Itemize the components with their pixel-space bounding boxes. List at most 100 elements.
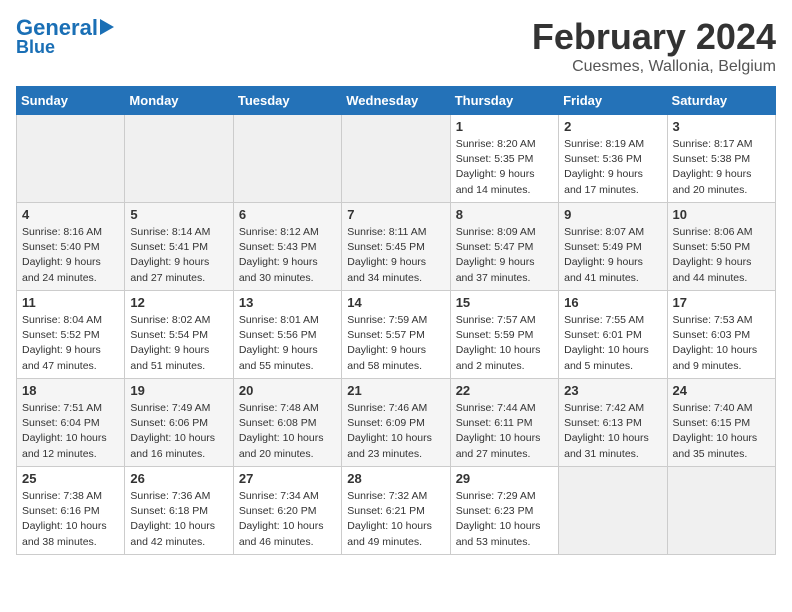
day-number: 25: [22, 471, 119, 486]
cell-content: Sunrise: 8:16 AM Sunset: 5:40 PM Dayligh…: [22, 225, 119, 286]
cell-week4-day1: 19 Sunrise: 7:49 AM Sunset: 6:06 PM Dayli…: [125, 379, 233, 467]
calendar-title: February 2024: [532, 16, 776, 58]
cell-week5-day1: 26 Sunrise: 7:36 AM Sunset: 6:18 PM Dayli…: [125, 467, 233, 555]
week-row-4: 18 Sunrise: 7:51 AM Sunset: 6:04 PM Dayli…: [17, 379, 776, 467]
day-number: 28: [347, 471, 444, 486]
cell-content: Sunrise: 8:01 AM Sunset: 5:56 PM Dayligh…: [239, 313, 336, 374]
day-number: 3: [673, 119, 770, 134]
cell-content: Sunrise: 7:51 AM Sunset: 6:04 PM Dayligh…: [22, 401, 119, 462]
cell-content: Sunrise: 7:42 AM Sunset: 6:13 PM Dayligh…: [564, 401, 661, 462]
calendar-subtitle: Cuesmes, Wallonia, Belgium: [532, 58, 776, 76]
day-number: 24: [673, 383, 770, 398]
logo-arrow-icon: [100, 19, 114, 35]
day-number: 10: [673, 207, 770, 222]
cell-content: Sunrise: 7:53 AM Sunset: 6:03 PM Dayligh…: [673, 313, 770, 374]
day-number: 26: [130, 471, 227, 486]
cell-week3-day5: 16 Sunrise: 7:55 AM Sunset: 6:01 PM Dayli…: [559, 291, 667, 379]
header-thursday: Thursday: [450, 87, 558, 115]
day-number: 14: [347, 295, 444, 310]
cell-content: Sunrise: 8:17 AM Sunset: 5:38 PM Dayligh…: [673, 137, 770, 198]
cell-content: Sunrise: 7:55 AM Sunset: 6:01 PM Dayligh…: [564, 313, 661, 374]
cell-content: Sunrise: 7:48 AM Sunset: 6:08 PM Dayligh…: [239, 401, 336, 462]
cell-week1-day2: [233, 115, 341, 203]
cell-week4-day6: 24 Sunrise: 7:40 AM Sunset: 6:15 PM Dayli…: [667, 379, 775, 467]
day-number: 17: [673, 295, 770, 310]
cell-week1-day1: [125, 115, 233, 203]
day-number: 4: [22, 207, 119, 222]
cell-week3-day2: 13 Sunrise: 8:01 AM Sunset: 5:56 PM Dayli…: [233, 291, 341, 379]
cell-week2-day5: 9Sunrise: 8:07 AM Sunset: 5:49 PM Daylig…: [559, 203, 667, 291]
cell-week2-day3: 7 Sunrise: 8:11 AM Sunset: 5:45 PM Daylig…: [342, 203, 450, 291]
day-number: 2: [564, 119, 661, 134]
cell-week4-day0: 18 Sunrise: 7:51 AM Sunset: 6:04 PM Dayli…: [17, 379, 125, 467]
day-number: 16: [564, 295, 661, 310]
cell-week4-day4: 22 Sunrise: 7:44 AM Sunset: 6:11 PM Dayli…: [450, 379, 558, 467]
week-row-1: 1 Sunrise: 8:20 AM Sunset: 5:35 PM Daylig…: [17, 115, 776, 203]
calendar-table: Sunday Monday Tuesday Wednesday Thursday…: [16, 86, 776, 555]
day-number: 20: [239, 383, 336, 398]
week-row-3: 11 Sunrise: 8:04 AM Sunset: 5:52 PM Dayli…: [17, 291, 776, 379]
cell-content: Sunrise: 7:46 AM Sunset: 6:09 PM Dayligh…: [347, 401, 444, 462]
cell-content: Sunrise: 8:06 AM Sunset: 5:50 PM Dayligh…: [673, 225, 770, 286]
cell-content: Sunrise: 7:34 AM Sunset: 6:20 PM Dayligh…: [239, 489, 336, 550]
cell-week1-day6: 3 Sunrise: 8:17 AM Sunset: 5:38 PM Daylig…: [667, 115, 775, 203]
cell-week5-day2: 27 Sunrise: 7:34 AM Sunset: 6:20 PM Dayli…: [233, 467, 341, 555]
cell-content: Sunrise: 7:49 AM Sunset: 6:06 PM Dayligh…: [130, 401, 227, 462]
cell-content: Sunrise: 8:14 AM Sunset: 5:41 PM Dayligh…: [130, 225, 227, 286]
day-number: 9: [564, 207, 661, 222]
week-row-2: 4 Sunrise: 8:16 AM Sunset: 5:40 PM Daylig…: [17, 203, 776, 291]
day-number: 8: [456, 207, 553, 222]
cell-content: Sunrise: 8:19 AM Sunset: 5:36 PM Dayligh…: [564, 137, 661, 198]
cell-week5-day5: [559, 467, 667, 555]
day-number: 11: [22, 295, 119, 310]
day-number: 5: [130, 207, 227, 222]
day-number: 13: [239, 295, 336, 310]
cell-content: Sunrise: 7:36 AM Sunset: 6:18 PM Dayligh…: [130, 489, 227, 550]
cell-week1-day4: 1 Sunrise: 8:20 AM Sunset: 5:35 PM Daylig…: [450, 115, 558, 203]
cell-week1-day0: [17, 115, 125, 203]
cell-content: Sunrise: 7:57 AM Sunset: 5:59 PM Dayligh…: [456, 313, 553, 374]
day-number: 12: [130, 295, 227, 310]
cell-content: Sunrise: 8:20 AM Sunset: 5:35 PM Dayligh…: [456, 137, 553, 198]
header: General Blue February 2024 Cuesmes, Wall…: [16, 16, 776, 76]
cell-week5-day4: 29Sunrise: 7:29 AM Sunset: 6:23 PM Dayli…: [450, 467, 558, 555]
cell-week3-day1: 12 Sunrise: 8:02 AM Sunset: 5:54 PM Dayli…: [125, 291, 233, 379]
header-monday: Monday: [125, 87, 233, 115]
days-header-row: Sunday Monday Tuesday Wednesday Thursday…: [17, 87, 776, 115]
cell-content: Sunrise: 8:11 AM Sunset: 5:45 PM Dayligh…: [347, 225, 444, 286]
day-number: 19: [130, 383, 227, 398]
cell-week3-day3: 14 Sunrise: 7:59 AM Sunset: 5:57 PM Dayli…: [342, 291, 450, 379]
header-sunday: Sunday: [17, 87, 125, 115]
cell-week2-day6: 10 Sunrise: 8:06 AM Sunset: 5:50 PM Dayli…: [667, 203, 775, 291]
logo: General Blue: [16, 16, 114, 58]
cell-week5-day3: 28 Sunrise: 7:32 AM Sunset: 6:21 PM Dayli…: [342, 467, 450, 555]
day-number: 1: [456, 119, 553, 134]
cell-content: Sunrise: 7:59 AM Sunset: 5:57 PM Dayligh…: [347, 313, 444, 374]
day-number: 6: [239, 207, 336, 222]
cell-content: Sunrise: 8:09 AM Sunset: 5:47 PM Dayligh…: [456, 225, 553, 286]
cell-week4-day2: 20 Sunrise: 7:48 AM Sunset: 6:08 PM Dayli…: [233, 379, 341, 467]
cell-week2-day1: 5 Sunrise: 8:14 AM Sunset: 5:41 PM Daylig…: [125, 203, 233, 291]
cell-week3-day0: 11 Sunrise: 8:04 AM Sunset: 5:52 PM Dayli…: [17, 291, 125, 379]
cell-content: Sunrise: 7:40 AM Sunset: 6:15 PM Dayligh…: [673, 401, 770, 462]
cell-week2-day0: 4 Sunrise: 8:16 AM Sunset: 5:40 PM Daylig…: [17, 203, 125, 291]
cell-week1-day3: [342, 115, 450, 203]
header-tuesday: Tuesday: [233, 87, 341, 115]
cell-week1-day5: 2 Sunrise: 8:19 AM Sunset: 5:36 PM Daylig…: [559, 115, 667, 203]
cell-content: Sunrise: 7:32 AM Sunset: 6:21 PM Dayligh…: [347, 489, 444, 550]
logo-text-blue: Blue: [16, 38, 55, 58]
cell-week4-day3: 21 Sunrise: 7:46 AM Sunset: 6:09 PM Dayli…: [342, 379, 450, 467]
cell-week3-day4: 15Sunrise: 7:57 AM Sunset: 5:59 PM Dayli…: [450, 291, 558, 379]
day-number: 18: [22, 383, 119, 398]
cell-week2-day2: 6Sunrise: 8:12 AM Sunset: 5:43 PM Daylig…: [233, 203, 341, 291]
cell-week3-day6: 17 Sunrise: 7:53 AM Sunset: 6:03 PM Dayli…: [667, 291, 775, 379]
day-number: 21: [347, 383, 444, 398]
cell-week5-day6: [667, 467, 775, 555]
cell-content: Sunrise: 8:02 AM Sunset: 5:54 PM Dayligh…: [130, 313, 227, 374]
day-number: 7: [347, 207, 444, 222]
cell-week4-day5: 23Sunrise: 7:42 AM Sunset: 6:13 PM Dayli…: [559, 379, 667, 467]
day-number: 27: [239, 471, 336, 486]
cell-content: Sunrise: 8:04 AM Sunset: 5:52 PM Dayligh…: [22, 313, 119, 374]
cell-content: Sunrise: 7:44 AM Sunset: 6:11 PM Dayligh…: [456, 401, 553, 462]
day-number: 22: [456, 383, 553, 398]
